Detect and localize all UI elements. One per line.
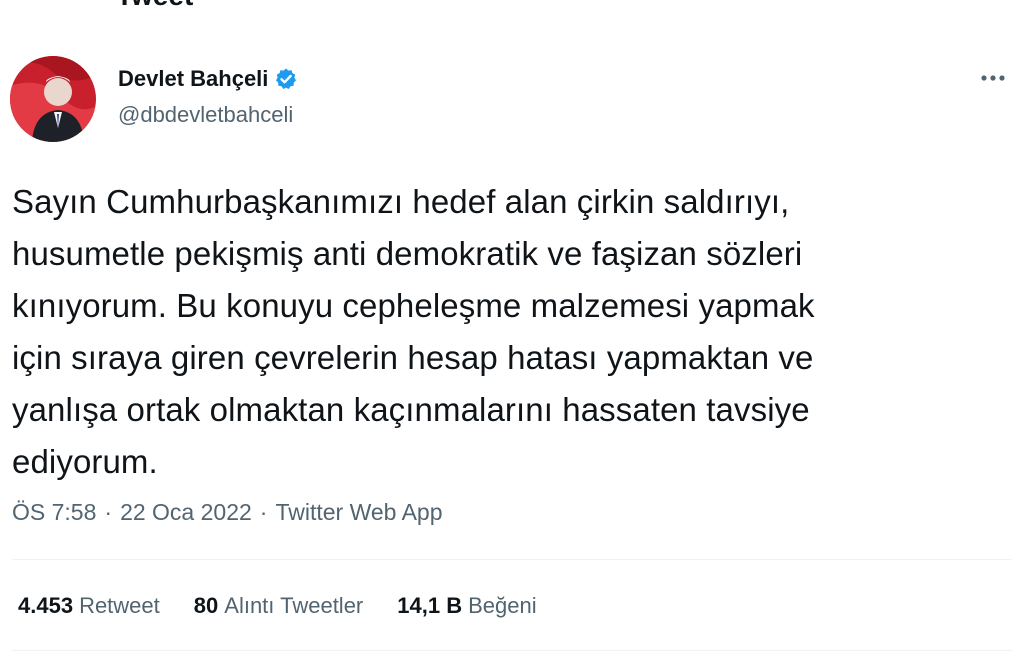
quotes-label: Alıntı Tweetler	[224, 593, 364, 618]
tweet-line: için sıraya giren çevrelerin hesap hatas…	[12, 339, 814, 376]
tweet-text: Sayın Cumhurbaşkanımızı hedef alan çirki…	[12, 176, 1012, 488]
retweets-stat[interactable]: 4.453 Retweet	[18, 593, 160, 619]
author-handle[interactable]: @dbdevletbahceli	[118, 102, 293, 128]
divider	[12, 650, 1012, 651]
meta-separator: ·	[104, 499, 113, 525]
tweet-line: kınıyorum. Bu konuyu cepheleşme malzemes…	[12, 287, 815, 324]
tweet-source[interactable]: Twitter Web App	[275, 499, 442, 526]
avatar[interactable]	[10, 56, 96, 142]
tweet-stats: 4.453 Retweet 80 Alıntı Tweetler 14,1 B …	[18, 593, 537, 619]
tweet-line: yanlışa ortak olmaktan kaçınmalarını has…	[12, 391, 810, 428]
tweet-time[interactable]: ÖS 7:58	[12, 499, 96, 526]
page-title: Tweet	[116, 0, 193, 10]
more-horizontal-icon[interactable]	[978, 68, 1008, 88]
author-name-text[interactable]: Devlet Bahçeli	[118, 66, 268, 92]
tweet-line: Sayın Cumhurbaşkanımızı hedef alan çirki…	[12, 183, 790, 220]
tweet-line: ediyorum.	[12, 443, 158, 480]
tweet-meta: ÖS 7:58 · 22 Oca 2022 · Twitter Web App	[12, 499, 443, 526]
tweet-line: husumetle pekişmiş anti demokratik ve fa…	[12, 235, 803, 272]
likes-label: Beğeni	[468, 593, 537, 618]
verified-badge-icon	[274, 67, 298, 91]
retweets-count: 4.453	[18, 593, 74, 618]
quotes-count: 80	[193, 593, 219, 618]
retweets-label: Retweet	[79, 593, 160, 618]
quotes-stat[interactable]: 80 Alıntı Tweetler	[194, 593, 363, 619]
meta-separator: ·	[259, 499, 268, 525]
likes-count: 14,1 B	[397, 593, 463, 618]
avatar-image	[10, 56, 96, 142]
tweet-date[interactable]: 22 Oca 2022	[120, 499, 252, 526]
author-name[interactable]: Devlet Bahçeli	[118, 66, 298, 92]
likes-stat[interactable]: 14,1 B Beğeni	[397, 593, 536, 619]
divider	[12, 559, 1012, 560]
